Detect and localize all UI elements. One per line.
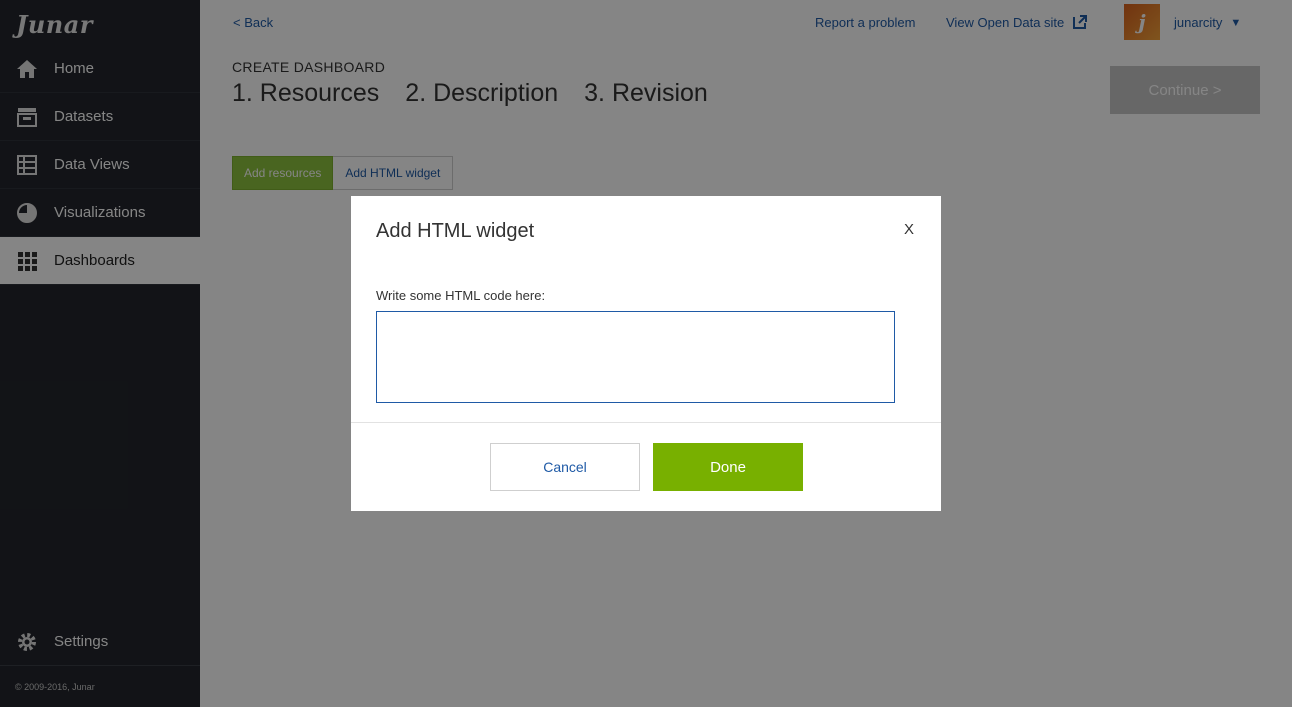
html-code-label: Write some HTML code here: (376, 288, 546, 303)
html-code-input[interactable] (376, 311, 895, 403)
cancel-button[interactable]: Cancel (490, 443, 640, 491)
done-button[interactable]: Done (653, 443, 803, 491)
add-html-widget-dialog: Add HTML widget X Write some HTML code h… (351, 196, 941, 511)
dialog-title: Add HTML widget (376, 220, 535, 242)
dialog-divider (351, 422, 941, 423)
close-icon[interactable]: X (904, 221, 914, 238)
